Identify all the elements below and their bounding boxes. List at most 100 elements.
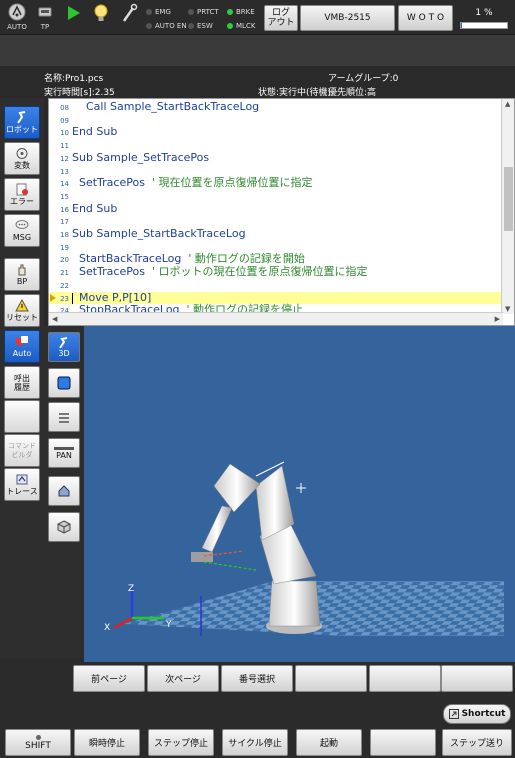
code-text: SetTracePos [72, 265, 152, 279]
hand-icon [18, 264, 26, 276]
robot-model-button[interactable]: VMB-2515 [300, 5, 395, 31]
view-3d-button[interactable]: 3D [48, 332, 80, 362]
horizontal-scrollbar[interactable]: ◀ ▶ [49, 312, 503, 325]
text-caret [72, 292, 73, 304]
page-button-row: 前ページ 次ページ 番号選択 [0, 662, 515, 694]
code-comment: ' 現在位置を原点復帰位置に指定 [151, 176, 313, 190]
view-square-button[interactable] [48, 368, 80, 398]
code-line[interactable]: 10 End Sub [49, 126, 503, 139]
speed-value: 1 % [475, 8, 493, 18]
code-line[interactable]: 18 Sub Sample_StartBackTraceLog [49, 227, 503, 241]
axis-y-label: Y [165, 620, 172, 630]
code-line[interactable]: 14 SetTracePos ' 現在位置を原点復帰位置に指定 [49, 176, 503, 190]
code-text: Sub Sample_StartBackTraceLog [72, 227, 246, 240]
number-select-button[interactable]: 番号選択 [221, 665, 293, 692]
prev-page-button[interactable]: 前ページ [73, 665, 145, 692]
light-button[interactable] [88, 2, 114, 32]
arm-group: アームグループ:0 [328, 74, 399, 84]
instant-stop-button[interactable]: 瞬時停止 [74, 729, 140, 756]
speed-override[interactable]: 1 % [457, 5, 511, 31]
menu-variable[interactable]: 変数 [4, 142, 40, 175]
view-toolbar: 3D PAN [44, 326, 84, 658]
step-stop-button[interactable]: ステップ停止 [148, 729, 214, 756]
shift-button[interactable]: SHIFT [5, 729, 71, 756]
tp-label: TP [40, 23, 50, 31]
menu-robot[interactable]: ロボット [4, 106, 40, 139]
run-time: 実行時間[s]:2.35 [44, 88, 115, 98]
tool-button[interactable] [116, 2, 142, 32]
code-text: Move P,P[10] [72, 290, 152, 304]
view-layers-button[interactable] [48, 402, 80, 432]
page-button-6[interactable] [441, 665, 513, 692]
scroll-up-icon[interactable]: ▲ [505, 100, 510, 108]
shortcut-icon [448, 709, 459, 719]
cube-view-button[interactable] [48, 512, 80, 542]
line-text: Sub Sample_SetTracePos [72, 150, 210, 165]
error-icon [16, 183, 28, 196]
bottom-blank-button[interactable] [370, 729, 436, 756]
priority: 優先順位:高 [328, 88, 377, 98]
light-bulb-icon [94, 4, 108, 21]
lamp-indicator-icon [227, 9, 233, 15]
run-button[interactable] [60, 2, 86, 32]
code-text: Sub Sample_SetTracePos [72, 150, 210, 164]
menu-auto[interactable]: Auto [4, 330, 40, 363]
line-text: Call Sample_StartBackTraceLog [72, 100, 259, 114]
scroll-thumb[interactable] [504, 167, 513, 231]
scroll-down-icon[interactable]: ▼ [505, 305, 510, 313]
line-text: End Sub [72, 202, 117, 216]
auto-icon [16, 336, 28, 345]
square-icon [57, 376, 71, 390]
home-view-button[interactable] [48, 476, 80, 506]
bottom-button-row: SHIFT 瞬時停止 ステップ停止 サイクル停止 起動 ステップ送り [0, 726, 515, 758]
menu-call-history[interactable]: 呼出 履歴 [4, 366, 40, 399]
auto-mode-button[interactable]: AUTO [4, 2, 30, 32]
logout-button[interactable]: ログ アウト [264, 5, 298, 31]
page-button-5[interactable] [369, 665, 441, 692]
robot-scene: Z X Y [104, 461, 504, 636]
pan-button[interactable]: PAN [48, 438, 80, 468]
menu-msg[interactable]: MSG [4, 214, 40, 247]
lamp-indicator-icon [227, 23, 233, 29]
menu-trace[interactable]: トレース [4, 468, 40, 501]
axis-z-label: Z [128, 584, 134, 594]
code-line[interactable]: 12 Sub Sample_SetTracePos [49, 150, 503, 165]
menu-error[interactable]: エラー [4, 178, 40, 211]
code-line[interactable]: 08 Call Sample_StartBackTraceLog [49, 100, 503, 114]
start-button[interactable]: 起動 [296, 729, 362, 756]
scroll-left-icon[interactable]: ◀ [52, 315, 57, 323]
lamp-esw: ESW [188, 21, 213, 31]
menu-reset[interactable]: リセット [4, 294, 40, 327]
page-button-4[interactable] [295, 665, 367, 692]
code-area[interactable]: 08 Call Sample_StartBackTraceLog 09 10 End … [49, 99, 503, 314]
tp-button[interactable]: TP [32, 2, 58, 32]
robot-icon [17, 111, 26, 124]
line-text: SetTracePos ' ロボットの現在位置を原点復帰位置に指定 [72, 265, 367, 279]
code-line[interactable]: 21 SetTracePos ' ロボットの現在位置を原点復帰位置に指定 [49, 265, 503, 279]
scroll-right-icon[interactable]: ▶ [495, 315, 500, 323]
step-forward-button[interactable]: ステップ送り [442, 729, 512, 756]
cycle-stop-button[interactable]: サイクル停止 [222, 729, 288, 756]
warning-icon [15, 299, 29, 312]
menu-blank[interactable] [4, 400, 40, 433]
lamp-emg: EMG [146, 7, 171, 17]
teach-pendant-icon [38, 7, 52, 17]
code-text: SetTracePos [72, 176, 152, 190]
code-line[interactable]: 16 End Sub [49, 202, 503, 216]
auto-label: AUTO [7, 23, 27, 31]
line-text: SetTracePos ' 現在位置を原点復帰位置に指定 [72, 176, 313, 190]
menu-bp[interactable]: BP [4, 258, 40, 291]
current-line-marker-icon [50, 293, 56, 302]
speed-bar [460, 22, 508, 29]
shortcut-button[interactable]: Shortcut [443, 704, 511, 724]
next-page-button[interactable]: 次ページ [147, 665, 219, 692]
menu-command-builder[interactable]: コマンド ビルダ [4, 434, 40, 467]
program-editor[interactable]: 08 Call Sample_StartBackTraceLog 09 10 End … [48, 98, 515, 326]
vertical-scrollbar[interactable]: ▲ ▼ [501, 99, 514, 314]
lamp-brke: BRKE [227, 7, 255, 17]
auto-mode-icon [8, 3, 26, 21]
home-icon [58, 485, 70, 497]
line-text: End Sub [72, 126, 117, 139]
robot-3d-view[interactable]: Z X Y [84, 326, 515, 662]
woto-button[interactable]: W O T O [398, 5, 453, 31]
